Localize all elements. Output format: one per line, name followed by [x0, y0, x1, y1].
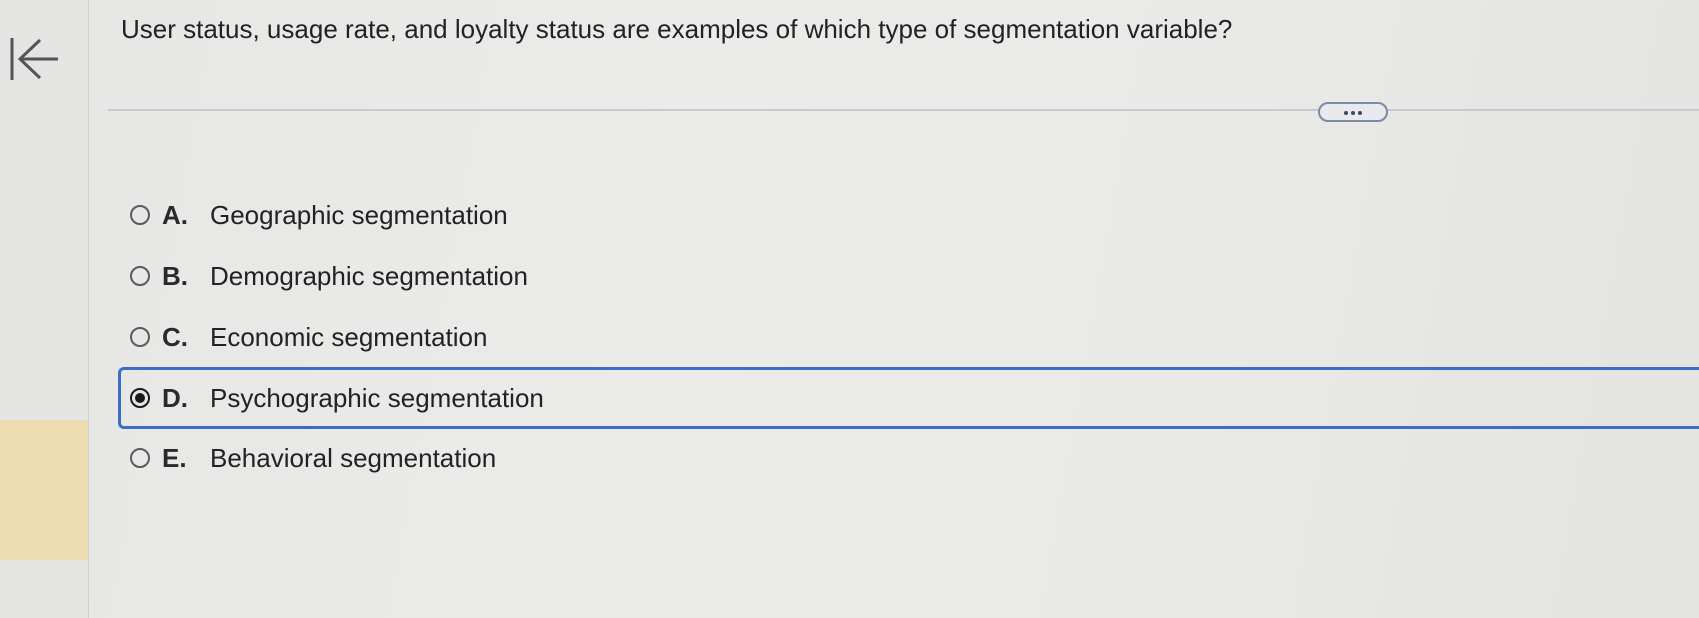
question-text: User status, usage rate, and loyalty sta… — [121, 14, 1233, 44]
option-e[interactable]: E. Behavioral segmentation — [118, 432, 1699, 484]
collapse-left-icon[interactable] — [8, 34, 60, 84]
option-c[interactable]: C. Economic segmentation — [118, 311, 1699, 363]
option-text: Demographic segmentation — [210, 260, 528, 291]
divider — [108, 109, 1699, 111]
option-letter: E. — [162, 442, 187, 473]
radio-button[interactable] — [130, 327, 150, 347]
option-letter: B. — [162, 260, 188, 291]
ellipsis-icon — [1344, 111, 1348, 115]
option-d[interactable]: D. Psychographic segmentation — [118, 367, 1699, 429]
radio-button[interactable] — [130, 266, 150, 286]
radio-button-selected[interactable] — [130, 388, 150, 408]
option-text: Geographic segmentation — [210, 199, 508, 230]
option-a[interactable]: A. Geographic segmentation — [118, 189, 1699, 241]
ellipsis-icon-dot — [1358, 111, 1362, 115]
more-button[interactable] — [1318, 102, 1388, 122]
option-text: Behavioral segmentation — [210, 442, 497, 473]
radio-button[interactable] — [130, 448, 150, 468]
ellipsis-icon-dot — [1351, 111, 1355, 115]
option-letter: A. — [162, 199, 188, 230]
option-text: Psychographic segmentation — [210, 382, 544, 413]
option-letter: C. — [162, 321, 188, 352]
rail-highlight — [0, 420, 88, 560]
option-letter: D. — [162, 382, 188, 413]
option-text: Economic segmentation — [210, 321, 488, 352]
option-b[interactable]: B. Demographic segmentation — [118, 250, 1699, 302]
radio-button[interactable] — [130, 205, 150, 225]
left-rail — [0, 0, 89, 618]
